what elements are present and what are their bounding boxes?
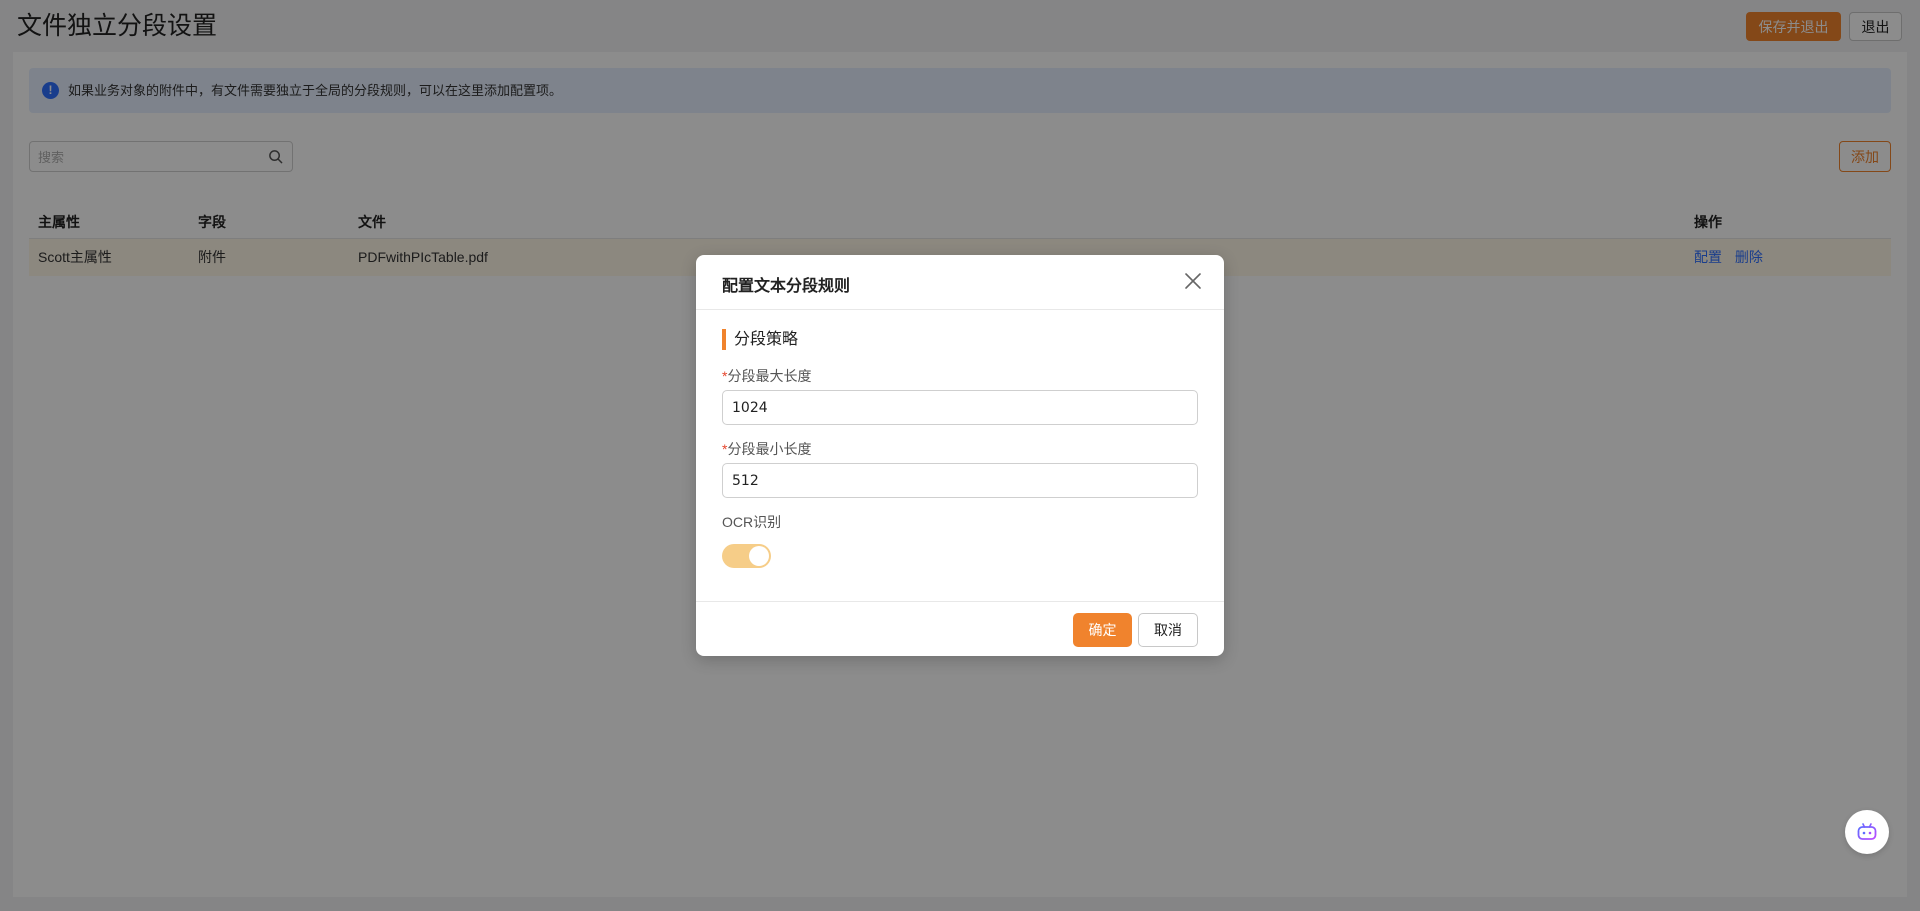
section-title: 分段策略	[734, 331, 799, 348]
section-marker	[722, 329, 726, 350]
max-length-label: *分段最大长度	[722, 367, 811, 385]
max-length-input[interactable]	[722, 390, 1198, 425]
page: 文件独立分段设置 保存并退出 退出 ! 如果业务对象的附件中，有文件需要独立于全…	[0, 0, 1920, 911]
ocr-toggle[interactable]	[722, 544, 771, 568]
min-length-label-text: 分段最小长度	[727, 441, 812, 457]
dialog-divider	[696, 309, 1224, 310]
max-length-label-text: 分段最大长度	[727, 368, 812, 384]
robot-icon	[1857, 823, 1877, 840]
min-length-input[interactable]	[722, 463, 1198, 498]
min-length-label: *分段最小长度	[722, 440, 811, 458]
dialog-footer-divider	[696, 601, 1224, 602]
cancel-button[interactable]: 取消	[1138, 613, 1198, 647]
assistant-button[interactable]	[1845, 810, 1889, 854]
ocr-label: OCR识别	[722, 514, 782, 530]
close-icon[interactable]	[1184, 272, 1202, 290]
dialog-title: 配置文本分段规则	[722, 278, 851, 295]
toggle-knob	[749, 546, 769, 566]
confirm-button[interactable]: 确定	[1073, 613, 1132, 647]
segment-rule-dialog: 配置文本分段规则 分段策略 *分段最大长度 *分段最小长度 OCR识别 确定 取…	[696, 255, 1224, 656]
